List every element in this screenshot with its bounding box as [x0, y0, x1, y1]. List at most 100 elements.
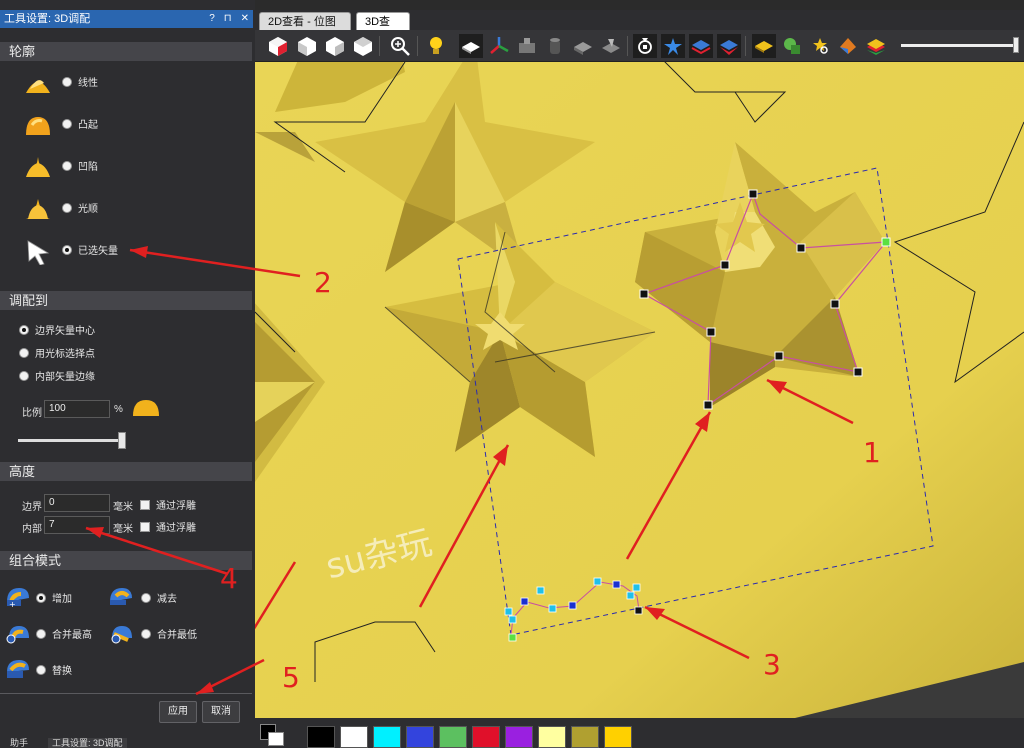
combine-option-merge-low[interactable]: 合并最低 [141, 626, 197, 641]
view-iso-icon[interactable] [266, 34, 290, 58]
profile-label: 凸起 [78, 120, 98, 131]
section-combine-mode: 组合模式 [0, 551, 252, 570]
radio-linear[interactable] [62, 76, 72, 87]
rainbow-icon[interactable] [864, 34, 888, 58]
section-blend-to: 调配到 [0, 291, 252, 310]
blend-option-label: 用光标选择点 [35, 349, 95, 360]
axis-icon[interactable] [487, 34, 511, 58]
color-swatch[interactable] [307, 726, 335, 748]
boundary-skip-relief[interactable]: 通过浮雕 [140, 497, 196, 512]
material-green-icon[interactable] [780, 34, 804, 58]
tab-2d-view[interactable]: 2D查看 - 位图层 [259, 12, 351, 46]
radio-cursor-point[interactable] [19, 347, 29, 358]
inner-unit: 毫米 [113, 524, 133, 535]
layer-stack-icon[interactable] [836, 34, 860, 58]
radio-boundary-center[interactable] [19, 324, 29, 335]
combine-option-subtract[interactable]: 减去 [141, 590, 177, 605]
color-swatch[interactable] [538, 726, 566, 748]
panel-titlebar: 工具设置: 3D调配 ? ⊓ ✕ [0, 10, 253, 28]
light-icon[interactable] [424, 34, 448, 58]
profile-option-selected-vector[interactable]: 已选矢量 [0, 232, 250, 272]
view-toolbar [255, 30, 1024, 62]
rotate-view-icon[interactable] [633, 34, 657, 58]
relief-cut-icon[interactable] [599, 34, 623, 58]
toolbar-slider-track[interactable] [901, 44, 1017, 47]
tab-3d-view[interactable]: 3D查看 [356, 12, 410, 46]
combine-add-icon: + [7, 588, 29, 608]
view-front-icon[interactable] [295, 34, 319, 58]
profile-label: 凹陷 [78, 162, 98, 173]
blend-option-cursor-point[interactable]: 用光标选择点 [19, 345, 95, 360]
inner-label: 内部 [22, 524, 42, 535]
annotation-3: 3 [763, 648, 781, 681]
profile-option-linear[interactable]: 线性 [0, 64, 250, 104]
radio-smooth[interactable] [62, 202, 72, 213]
color-swatch[interactable] [505, 726, 533, 748]
skip-label: 通过浮雕 [156, 523, 196, 534]
radio-selected-vector[interactable] [62, 244, 72, 255]
profile-option-concave[interactable]: 凹陷 [0, 148, 250, 188]
pin-button[interactable]: ⊓ [224, 10, 232, 28]
checkbox-boundary-skip[interactable] [140, 499, 150, 510]
radio-combine-subtract[interactable] [141, 592, 151, 603]
inner-height-input[interactable]: 7 [44, 516, 110, 534]
color-swatch[interactable] [604, 726, 632, 748]
combine-option-replace[interactable]: 替换 [36, 662, 72, 677]
radio-combine-merge-high[interactable] [36, 628, 46, 639]
help-button[interactable]: ? [209, 10, 215, 28]
color-swatch[interactable] [373, 726, 401, 748]
machine-icon[interactable] [515, 34, 539, 58]
color-swatch[interactable] [472, 726, 500, 748]
checkbox-inner-skip[interactable] [140, 521, 150, 532]
combine-label: 合并最低 [157, 630, 197, 641]
color-swatch[interactable] [340, 726, 368, 748]
inner-skip-relief[interactable]: 通过浮雕 [140, 519, 196, 534]
combine-option-add[interactable]: 增加 [36, 590, 72, 605]
toolbar-slider-thumb[interactable] [1013, 37, 1019, 53]
view-side-icon[interactable] [323, 34, 347, 58]
profile-label: 已选矢量 [78, 246, 118, 257]
fg-bg-swatch[interactable] [260, 724, 284, 746]
profile-option-convex[interactable]: 凸起 [0, 106, 250, 146]
close-button[interactable]: ✕ [241, 10, 249, 28]
tab-tool-settings[interactable]: 工具设置: 3D调配 [48, 738, 127, 748]
annotation-1: 1 [863, 436, 881, 469]
boundary-height-input[interactable]: 0 [44, 494, 110, 512]
shade-flat-icon[interactable] [459, 34, 483, 58]
radio-combine-merge-low[interactable] [141, 628, 151, 639]
blend-option-boundary-center[interactable]: 边界矢量中心 [19, 322, 95, 337]
radio-combine-add[interactable] [36, 592, 46, 603]
scale-input[interactable]: 100 [44, 400, 110, 418]
toolbar-separator [379, 36, 380, 56]
scale-slider-track[interactable] [18, 439, 124, 442]
relief-gray-icon[interactable] [571, 34, 595, 58]
dome-linear-icon [26, 80, 50, 93]
toolbar-separator [417, 36, 418, 56]
color-swatch[interactable] [406, 726, 434, 748]
radio-concave[interactable] [62, 160, 72, 171]
radio-inner-edge[interactable] [19, 370, 29, 381]
view-top-icon[interactable] [351, 34, 375, 58]
color-swatch[interactable] [571, 726, 599, 748]
relief-scene[interactable]: su杂玩 1 3 [255, 62, 1024, 718]
scale-slider-thumb[interactable] [118, 432, 126, 449]
zoom-icon[interactable] [388, 34, 412, 58]
layer-blue-icon[interactable] [689, 34, 713, 58]
star-blue-icon[interactable] [661, 34, 685, 58]
3d-viewport[interactable]: su杂玩 1 3 [255, 62, 1024, 718]
apply-button[interactable]: 应用 [159, 701, 197, 723]
radio-convex[interactable] [62, 118, 72, 129]
cancel-button[interactable]: 取消 [202, 701, 240, 723]
color-swatch[interactable] [439, 726, 467, 748]
material-gold-icon[interactable] [752, 34, 776, 58]
search-star-icon[interactable] [808, 34, 832, 58]
combine-option-merge-high[interactable]: 合并最高 [36, 626, 92, 641]
profile-option-smooth[interactable]: 光顺 [0, 190, 250, 230]
divider [0, 693, 252, 694]
tab-assistant[interactable]: 助手 [10, 738, 28, 748]
blend-option-inner-edge[interactable]: 内部矢量边缘 [19, 368, 95, 383]
layer-red-icon[interactable] [717, 34, 741, 58]
section-profile: 轮廓 [0, 42, 252, 61]
radio-combine-replace[interactable] [36, 664, 46, 675]
cylinder-icon[interactable] [543, 34, 567, 58]
